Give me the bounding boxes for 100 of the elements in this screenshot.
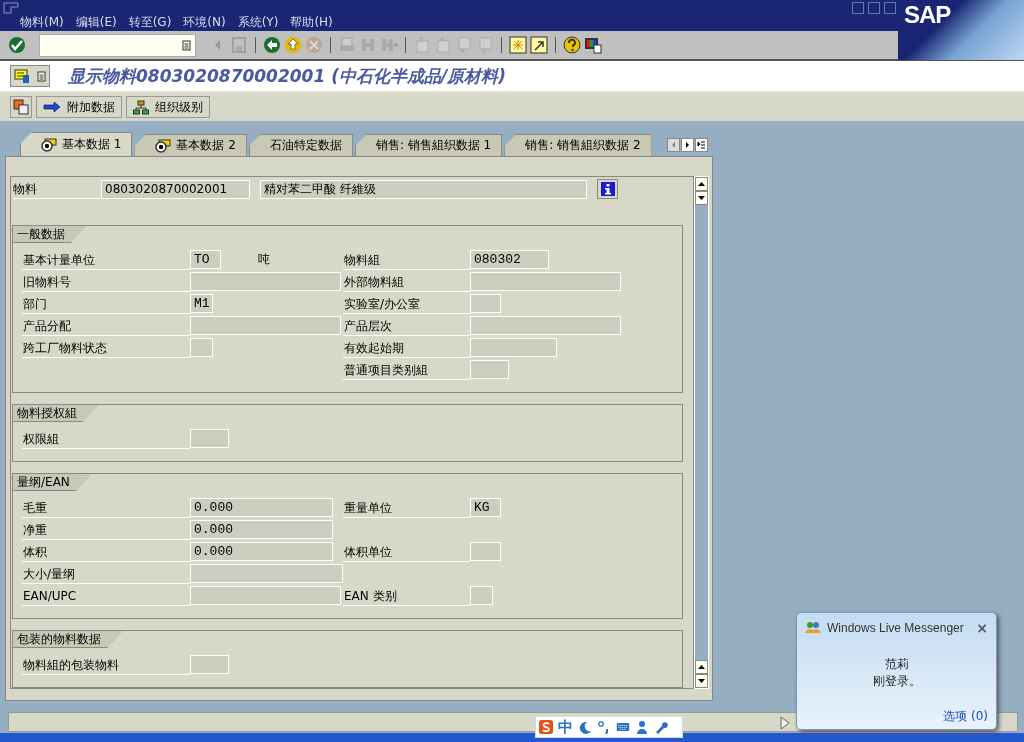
scroll-down-icon[interactable] — [695, 191, 708, 205]
toolbar-button[interactable]: 附加数据 — [36, 96, 122, 118]
scroll-right-icon[interactable] — [681, 138, 694, 152]
tab-list-icon[interactable] — [695, 138, 708, 152]
input-field[interactable] — [470, 294, 501, 313]
tab[interactable]: 基本数据 2 — [134, 134, 247, 156]
field-label: 净重 — [22, 520, 190, 540]
input-field[interactable] — [190, 655, 229, 674]
scrollbar[interactable] — [694, 176, 709, 689]
input-mode-toggle[interactable]: 中 — [558, 717, 573, 737]
close-button[interactable]: × — [976, 620, 988, 636]
new-window-icon[interactable] — [509, 36, 527, 54]
scroll-up-icon[interactable] — [695, 177, 708, 191]
input-field[interactable]: 0.000 — [190, 542, 333, 561]
exit-icon[interactable] — [284, 36, 302, 54]
moon-icon[interactable] — [578, 720, 592, 734]
field-label: 权限組 — [22, 429, 190, 449]
restore-button[interactable] — [868, 2, 880, 14]
material-number-field[interactable]: 0803020870002001 — [101, 179, 250, 199]
command-field[interactable] — [39, 33, 196, 57]
screen-icon — [14, 68, 31, 84]
input-field[interactable]: 080302 — [470, 250, 549, 269]
copy-icon — [13, 99, 29, 115]
group-title: 一般数据 — [13, 226, 87, 243]
input-method-icon[interactable] — [539, 720, 553, 734]
screen-title: 显示物料0803020870002001 (中石化半成品/原材料) — [68, 64, 506, 88]
other-material-button[interactable] — [10, 96, 32, 118]
input-field[interactable] — [470, 586, 493, 605]
input-field[interactable] — [470, 272, 621, 291]
system-menu-icon[interactable] — [3, 2, 21, 14]
input-field[interactable] — [470, 360, 509, 379]
info-icon — [600, 182, 615, 196]
field-label: 体积 — [22, 542, 190, 562]
field-label: 旧物料号 — [22, 272, 190, 292]
field-label: 大小/量纲 — [22, 564, 190, 584]
wrench-icon[interactable] — [654, 720, 668, 734]
field-label: 毛重 — [22, 498, 190, 518]
input-field[interactable]: M1 — [190, 294, 213, 313]
group-title: 物料授权組 — [13, 405, 99, 422]
input-field[interactable] — [190, 338, 213, 357]
group-title: 包装的物料数据 — [13, 631, 123, 648]
list-icon[interactable] — [182, 39, 191, 51]
tab-icon — [41, 137, 57, 152]
toolbar-button[interactable]: 组织级别 — [126, 96, 210, 118]
options-link[interactable]: 选项 (0) — [943, 708, 988, 725]
scroll-up-icon[interactable] — [695, 660, 708, 674]
input-field[interactable] — [470, 316, 621, 335]
sap-logo: SAP — [904, 1, 951, 29]
expand-icon[interactable] — [780, 716, 790, 730]
group-title: 量纲/EAN — [13, 474, 92, 491]
buddies-icon — [804, 621, 822, 635]
app-name: Windows Live Messenger — [827, 621, 964, 635]
message-text: 范莉 — [883, 656, 910, 673]
punctuation-icon[interactable] — [597, 720, 611, 734]
display-toggle-button[interactable] — [10, 65, 50, 87]
tab[interactable]: 石油特定数据 — [248, 134, 353, 156]
menu-item[interactable]: 环境(N) — [177, 14, 232, 31]
scroll-down-icon[interactable] — [695, 674, 708, 688]
input-field[interactable] — [190, 564, 343, 583]
back-icon[interactable] — [263, 36, 281, 54]
field-label: 部门 — [22, 294, 190, 314]
shortcut-icon[interactable] — [530, 36, 548, 54]
menu-item[interactable]: 编辑(E) — [69, 14, 123, 31]
close-button[interactable] — [884, 2, 896, 14]
monitor-icon[interactable] — [584, 36, 602, 54]
list-icon — [36, 70, 46, 82]
keyboard-icon[interactable] — [616, 720, 630, 734]
input-field[interactable] — [470, 338, 557, 357]
message-text: 刚登录。 — [871, 673, 922, 690]
unit-text: 吨 — [258, 251, 270, 268]
user-icon[interactable] — [635, 720, 649, 734]
menu-item[interactable]: 转至(G) — [122, 14, 178, 31]
tab-icon — [155, 138, 172, 153]
minimize-button[interactable] — [852, 2, 864, 14]
field-label: 跨工厂物料状态 — [22, 338, 190, 358]
tab[interactable]: 销售: 销售組织数据 2 — [504, 134, 652, 156]
menu-item[interactable]: 帮助(H) — [284, 14, 339, 31]
help-icon[interactable] — [563, 36, 581, 54]
input-field[interactable] — [190, 316, 341, 335]
field-label: 基本计量单位 — [22, 250, 190, 270]
input-field[interactable] — [190, 586, 341, 605]
description-field[interactable]: 精对苯二甲酸 纤維级 — [260, 179, 587, 199]
input-field[interactable] — [190, 272, 341, 291]
tab[interactable]: 基本数据 1 — [20, 132, 133, 156]
tab[interactable]: 销售: 销售組织数据 1 — [354, 134, 503, 156]
input-field[interactable] — [470, 542, 501, 561]
right-arrow-icon — [43, 101, 61, 113]
hierarchy-icon — [133, 99, 149, 115]
field-label: 物料組的包装物料 — [22, 655, 190, 675]
menu-item[interactable]: 系统(Y) — [231, 14, 285, 31]
input-field[interactable]: TO — [190, 250, 221, 269]
field-label: EAN/UPC — [22, 586, 190, 606]
menu-item[interactable]: 物料(M) — [14, 14, 70, 31]
input-field[interactable]: 0.000 — [190, 498, 333, 517]
info-button[interactable] — [597, 179, 618, 199]
input-field[interactable] — [190, 429, 229, 448]
input-field[interactable]: KG — [470, 498, 501, 517]
enter-icon[interactable] — [8, 36, 26, 54]
input-field[interactable]: 0.000 — [190, 520, 333, 539]
field-label: 产品分配 — [22, 316, 190, 336]
